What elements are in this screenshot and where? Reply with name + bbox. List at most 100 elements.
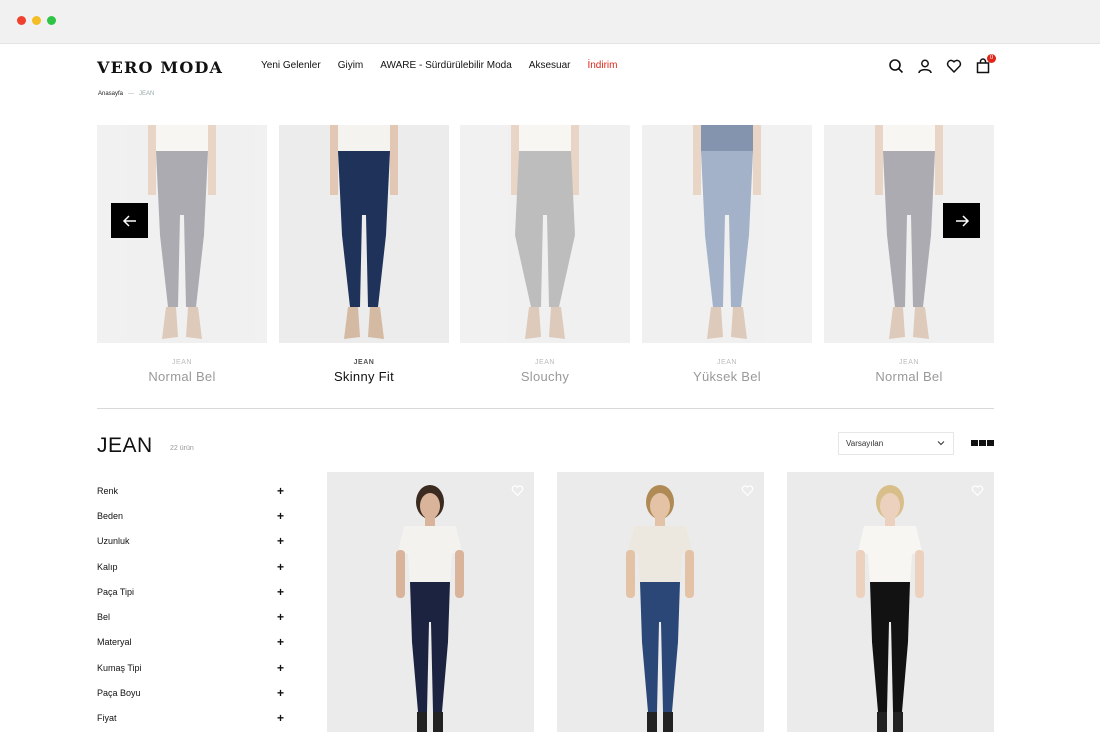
fit-name: Slouchy xyxy=(520,369,570,384)
bag-icon[interactable]: 0 xyxy=(975,54,996,74)
jeans xyxy=(156,151,208,307)
shoe xyxy=(913,307,929,339)
carousel-next-button[interactable] xyxy=(943,203,980,238)
shoe xyxy=(549,307,565,339)
top-garment xyxy=(879,125,939,153)
main-navigation: Yeni Gelenler Giyim AWARE - Sürdürülebil… xyxy=(261,60,617,71)
shoe xyxy=(889,307,905,339)
shoe xyxy=(162,307,178,339)
product-image xyxy=(626,485,694,732)
jeans xyxy=(640,582,680,712)
breadcrumb-home[interactable]: Anasayfa xyxy=(98,91,123,97)
shoe xyxy=(417,712,427,732)
neck xyxy=(885,516,895,526)
fit-name: Skinny Fit xyxy=(333,369,395,384)
product-card[interactable] xyxy=(327,472,534,732)
user-icon[interactable] xyxy=(917,58,933,74)
filter-label: Paça Boyu xyxy=(97,688,141,699)
wishlist-heart-icon[interactable] xyxy=(971,484,984,497)
filter-label: Paça Tipi xyxy=(97,586,135,597)
search-icon[interactable] xyxy=(888,58,904,74)
plus-icon: + xyxy=(276,635,284,650)
sort-selected-value: Varsayılan xyxy=(846,439,884,448)
face xyxy=(650,493,670,519)
breadcrumb-separator: — xyxy=(128,91,135,97)
shoe xyxy=(663,712,673,732)
filter-item-length[interactable]: Uzunluk + xyxy=(97,529,285,554)
product-card[interactable] xyxy=(557,472,764,732)
fit-name: Normal Bel xyxy=(875,369,943,384)
arm xyxy=(330,125,338,195)
browser-titlebar xyxy=(0,0,1100,44)
filter-sidebar: Renk + Beden + Uzunluk + Kalıp + Paça Tipi + … xyxy=(97,478,285,731)
filter-item-color[interactable]: Renk + xyxy=(97,478,285,503)
neck xyxy=(655,516,665,526)
fit-card-normal-bel[interactable]: JEAN Normal Bel xyxy=(97,125,267,384)
nav-item-aware[interactable]: AWARE - Sürdürülebilir Moda xyxy=(380,60,512,71)
jeans xyxy=(515,151,575,307)
shoe xyxy=(344,307,360,339)
filter-item-material[interactable]: Materyal + xyxy=(97,630,285,655)
plus-icon: + xyxy=(276,534,284,549)
filter-item-waist[interactable]: Bel + xyxy=(97,604,285,629)
fit-card-yuksek-bel[interactable]: JEAN Yüksek Bel xyxy=(642,125,812,384)
filter-item-price[interactable]: Fiyat + xyxy=(97,706,285,731)
fit-category: JEAN xyxy=(899,359,919,366)
heart-icon[interactable] xyxy=(946,58,962,74)
filter-item-fit[interactable]: Kalıp + xyxy=(97,554,285,579)
nav-item-new[interactable]: Yeni Gelenler xyxy=(261,60,321,71)
arm xyxy=(390,125,398,195)
brand-logo[interactable]: VERO MODA xyxy=(97,58,223,77)
arm xyxy=(875,125,883,195)
maximize-window-button[interactable] xyxy=(47,16,56,25)
sort-select[interactable]: Varsayılan xyxy=(838,432,954,455)
arrow-right-icon xyxy=(955,214,969,227)
filter-item-leg-type[interactable]: Paça Tipi + xyxy=(97,579,285,604)
fit-image xyxy=(642,125,812,343)
plus-icon: + xyxy=(276,686,284,701)
filter-item-size[interactable]: Beden + xyxy=(97,503,285,528)
filter-label: Beden xyxy=(97,510,124,521)
nav-item-sale[interactable]: İndirim xyxy=(587,60,617,71)
shoe xyxy=(433,712,443,732)
wishlist-heart-icon[interactable] xyxy=(741,484,754,497)
breadcrumb: Anasayfa — JEAN xyxy=(98,91,154,97)
nav-item-accessories[interactable]: Aksesuar xyxy=(529,60,571,71)
face xyxy=(420,493,440,519)
filter-item-leg-length[interactable]: Paça Boyu + xyxy=(97,680,285,705)
plus-icon: + xyxy=(276,610,284,625)
close-window-button[interactable] xyxy=(17,16,26,25)
arm xyxy=(935,125,943,195)
arm xyxy=(626,550,635,598)
top-garment xyxy=(628,526,692,584)
page-title: JEAN xyxy=(97,434,153,457)
grid-view-toggle[interactable] xyxy=(971,440,994,446)
top-garment xyxy=(515,125,575,153)
fit-card-slouchy[interactable]: JEAN Slouchy xyxy=(460,125,630,384)
product-card[interactable] xyxy=(787,472,994,732)
arm xyxy=(915,550,924,598)
fit-card-normal-bel-2[interactable]: JEAN Normal Bel xyxy=(824,125,994,384)
plus-icon: + xyxy=(276,508,284,523)
arm xyxy=(455,550,464,598)
filter-item-fabric[interactable]: Kumaş Tipi + xyxy=(97,655,285,680)
section-divider xyxy=(97,408,994,409)
fit-category: JEAN xyxy=(535,359,555,366)
fit-card-skinny-fit[interactable]: JEAN Skinny Fit xyxy=(279,125,449,384)
filter-label: Fiyat xyxy=(97,713,117,724)
fit-image xyxy=(279,125,449,343)
jeans xyxy=(410,582,450,712)
nav-item-clothing[interactable]: Giyim xyxy=(338,60,364,71)
shoe xyxy=(707,307,723,339)
wishlist-heart-icon[interactable] xyxy=(511,484,524,497)
shoe xyxy=(647,712,657,732)
minimize-window-button[interactable] xyxy=(32,16,41,25)
carousel-prev-button[interactable] xyxy=(111,203,148,238)
product-image xyxy=(856,485,924,732)
filter-label: Bel xyxy=(97,612,111,623)
arm xyxy=(693,125,701,195)
shoe xyxy=(731,307,747,339)
fit-carousel: JEAN Normal Bel JEAN Skinny Fit JEAN Slo… xyxy=(97,125,994,385)
plus-icon: + xyxy=(276,711,284,726)
header-actions: 0 xyxy=(888,54,996,74)
